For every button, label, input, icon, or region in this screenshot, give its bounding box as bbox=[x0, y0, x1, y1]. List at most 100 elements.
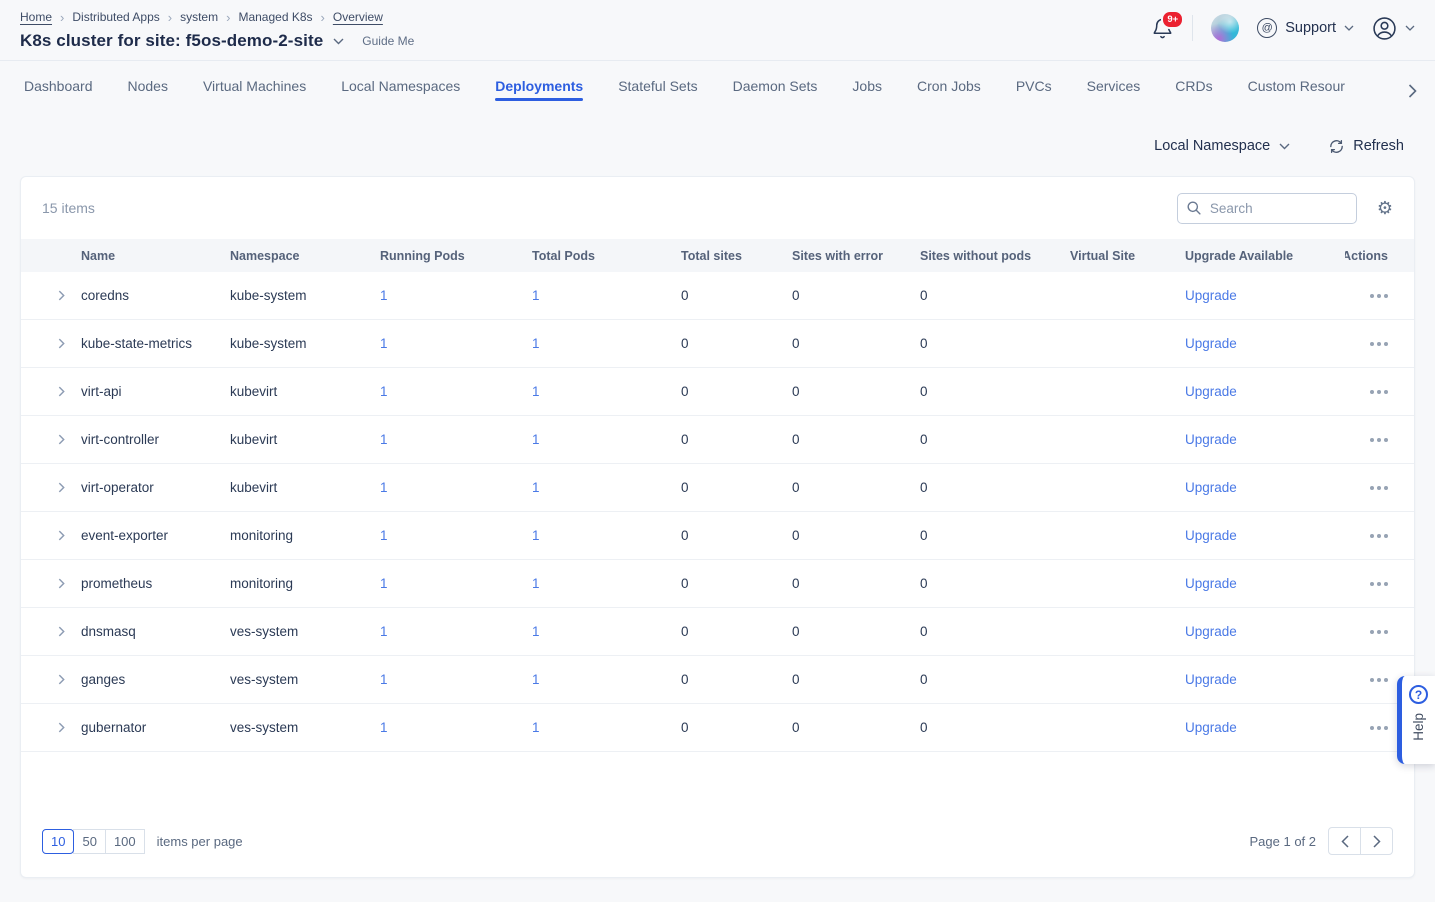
site-picker-chevron-down-icon[interactable] bbox=[333, 38, 344, 45]
total-pods-link[interactable]: 1 bbox=[532, 576, 540, 591]
deployment-name: kube-state-metrics bbox=[81, 336, 230, 351]
deployment-name: prometheus bbox=[81, 576, 230, 591]
namespace-cell: ves-system bbox=[230, 720, 380, 735]
search-input[interactable] bbox=[1177, 193, 1357, 224]
total-pods-link[interactable]: 1 bbox=[532, 432, 540, 447]
items-count: 15 items bbox=[42, 200, 95, 216]
upgrade-link[interactable]: Upgrade bbox=[1185, 672, 1237, 687]
row-actions-menu[interactable] bbox=[1370, 294, 1388, 298]
tab-jobs[interactable]: Jobs bbox=[852, 64, 882, 107]
tab-services[interactable]: Services bbox=[1087, 64, 1141, 107]
column-header-name: Name bbox=[81, 249, 230, 263]
expand-row-chevron-icon[interactable] bbox=[56, 626, 67, 637]
expand-row-chevron-icon[interactable] bbox=[56, 434, 67, 445]
total-pods-link[interactable]: 1 bbox=[532, 480, 540, 495]
upgrade-link[interactable]: Upgrade bbox=[1185, 336, 1237, 351]
tab-cron-jobs[interactable]: Cron Jobs bbox=[917, 64, 981, 107]
expand-row-chevron-icon[interactable] bbox=[56, 482, 67, 493]
sites-without-pods-cell: 0 bbox=[920, 720, 1070, 735]
sites-with-error-cell: 0 bbox=[792, 336, 920, 351]
upgrade-link[interactable]: Upgrade bbox=[1185, 384, 1237, 399]
tab-crds[interactable]: CRDs bbox=[1175, 64, 1212, 107]
sites-with-error-cell: 0 bbox=[792, 720, 920, 735]
expand-row-chevron-icon[interactable] bbox=[56, 722, 67, 733]
upgrade-link[interactable]: Upgrade bbox=[1185, 432, 1237, 447]
page-size-50-button[interactable]: 50 bbox=[73, 829, 105, 854]
page-size-10-button[interactable]: 10 bbox=[42, 829, 74, 854]
breadcrumb-item-home[interactable]: Home bbox=[20, 10, 52, 24]
tab-dashboard[interactable]: Dashboard bbox=[24, 64, 93, 107]
page-size-100-button[interactable]: 100 bbox=[105, 829, 145, 854]
running-pods-link[interactable]: 1 bbox=[380, 432, 388, 447]
table-settings-gear-icon[interactable]: ⚙ bbox=[1377, 199, 1393, 217]
running-pods-link[interactable]: 1 bbox=[380, 672, 388, 687]
namespace-cell: kube-system bbox=[230, 288, 380, 303]
sites-without-pods-cell: 0 bbox=[920, 336, 1070, 351]
expand-row-chevron-icon[interactable] bbox=[56, 530, 67, 541]
row-actions-menu[interactable] bbox=[1370, 342, 1388, 346]
deployment-name: ganges bbox=[81, 672, 230, 687]
row-actions-menu[interactable] bbox=[1370, 726, 1388, 730]
previous-page-button[interactable] bbox=[1328, 827, 1361, 855]
namespace-selector[interactable]: Local Namespace bbox=[1154, 138, 1290, 154]
total-pods-link[interactable]: 1 bbox=[532, 720, 540, 735]
tabs-scroll-right-button[interactable] bbox=[1378, 71, 1435, 111]
row-actions-menu[interactable] bbox=[1370, 582, 1388, 586]
total-pods-link[interactable]: 1 bbox=[532, 384, 540, 399]
tab-local-namespaces[interactable]: Local Namespaces bbox=[341, 64, 460, 107]
refresh-icon bbox=[1328, 138, 1345, 155]
row-actions-menu[interactable] bbox=[1370, 486, 1388, 490]
support-menu[interactable]: @ Support bbox=[1257, 18, 1354, 38]
expand-row-chevron-icon[interactable] bbox=[56, 290, 67, 301]
total-pods-link[interactable]: 1 bbox=[532, 288, 540, 303]
tab-nodes[interactable]: Nodes bbox=[128, 64, 168, 107]
deployment-name: virt-operator bbox=[81, 480, 230, 495]
running-pods-link[interactable]: 1 bbox=[380, 336, 388, 351]
namespace-chevron-down-icon bbox=[1279, 143, 1290, 150]
total-pods-link[interactable]: 1 bbox=[532, 336, 540, 351]
expand-row-chevron-icon[interactable] bbox=[56, 338, 67, 349]
running-pods-link[interactable]: 1 bbox=[380, 480, 388, 495]
running-pods-link[interactable]: 1 bbox=[380, 288, 388, 303]
expand-row-chevron-icon[interactable] bbox=[56, 674, 67, 685]
guide-me-link[interactable]: Guide Me bbox=[362, 34, 414, 48]
total-pods-link[interactable]: 1 bbox=[532, 672, 540, 687]
running-pods-link[interactable]: 1 bbox=[380, 720, 388, 735]
breadcrumb-item-managed-k8s: Managed K8s bbox=[238, 10, 312, 24]
upgrade-link[interactable]: Upgrade bbox=[1185, 288, 1237, 303]
account-menu[interactable] bbox=[1372, 16, 1415, 41]
refresh-button[interactable]: Refresh bbox=[1328, 138, 1404, 155]
row-actions-menu[interactable] bbox=[1370, 390, 1388, 394]
running-pods-link[interactable]: 1 bbox=[380, 384, 388, 399]
total-pods-link[interactable]: 1 bbox=[532, 528, 540, 543]
row-actions-menu[interactable] bbox=[1370, 438, 1388, 442]
expand-row-chevron-icon[interactable] bbox=[56, 578, 67, 589]
tab-pvcs[interactable]: PVCs bbox=[1016, 64, 1052, 107]
upgrade-link[interactable]: Upgrade bbox=[1185, 624, 1237, 639]
sites-without-pods-cell: 0 bbox=[920, 480, 1070, 495]
help-widget[interactable]: ? Help bbox=[1397, 676, 1435, 764]
tab-stateful-sets[interactable]: Stateful Sets bbox=[618, 64, 697, 107]
row-actions-menu[interactable] bbox=[1370, 630, 1388, 634]
table-row: event-exporter monitoring 1 1 0 0 0 Upgr… bbox=[21, 512, 1414, 560]
running-pods-link[interactable]: 1 bbox=[380, 624, 388, 639]
breadcrumb-item-overview[interactable]: Overview bbox=[333, 10, 383, 24]
page-size-group: 1050100items per page bbox=[42, 829, 243, 854]
row-actions-menu[interactable] bbox=[1370, 534, 1388, 538]
tab-daemon-sets[interactable]: Daemon Sets bbox=[733, 64, 818, 107]
expand-row-chevron-icon[interactable] bbox=[56, 386, 67, 397]
total-pods-link[interactable]: 1 bbox=[532, 624, 540, 639]
tab-deployments[interactable]: Deployments bbox=[495, 64, 583, 107]
upgrade-link[interactable]: Upgrade bbox=[1185, 576, 1237, 591]
running-pods-link[interactable]: 1 bbox=[380, 528, 388, 543]
sites-with-error-cell: 0 bbox=[792, 432, 920, 447]
tab-virtual-machines[interactable]: Virtual Machines bbox=[203, 64, 306, 107]
row-actions-menu[interactable] bbox=[1370, 678, 1388, 682]
upgrade-link[interactable]: Upgrade bbox=[1185, 720, 1237, 735]
next-page-button[interactable] bbox=[1360, 827, 1393, 855]
upgrade-link[interactable]: Upgrade bbox=[1185, 528, 1237, 543]
running-pods-link[interactable]: 1 bbox=[380, 576, 388, 591]
tab-custom-resour[interactable]: Custom Resour bbox=[1248, 64, 1345, 107]
upgrade-link[interactable]: Upgrade bbox=[1185, 480, 1237, 495]
notifications-button[interactable]: 9+ bbox=[1151, 17, 1174, 40]
